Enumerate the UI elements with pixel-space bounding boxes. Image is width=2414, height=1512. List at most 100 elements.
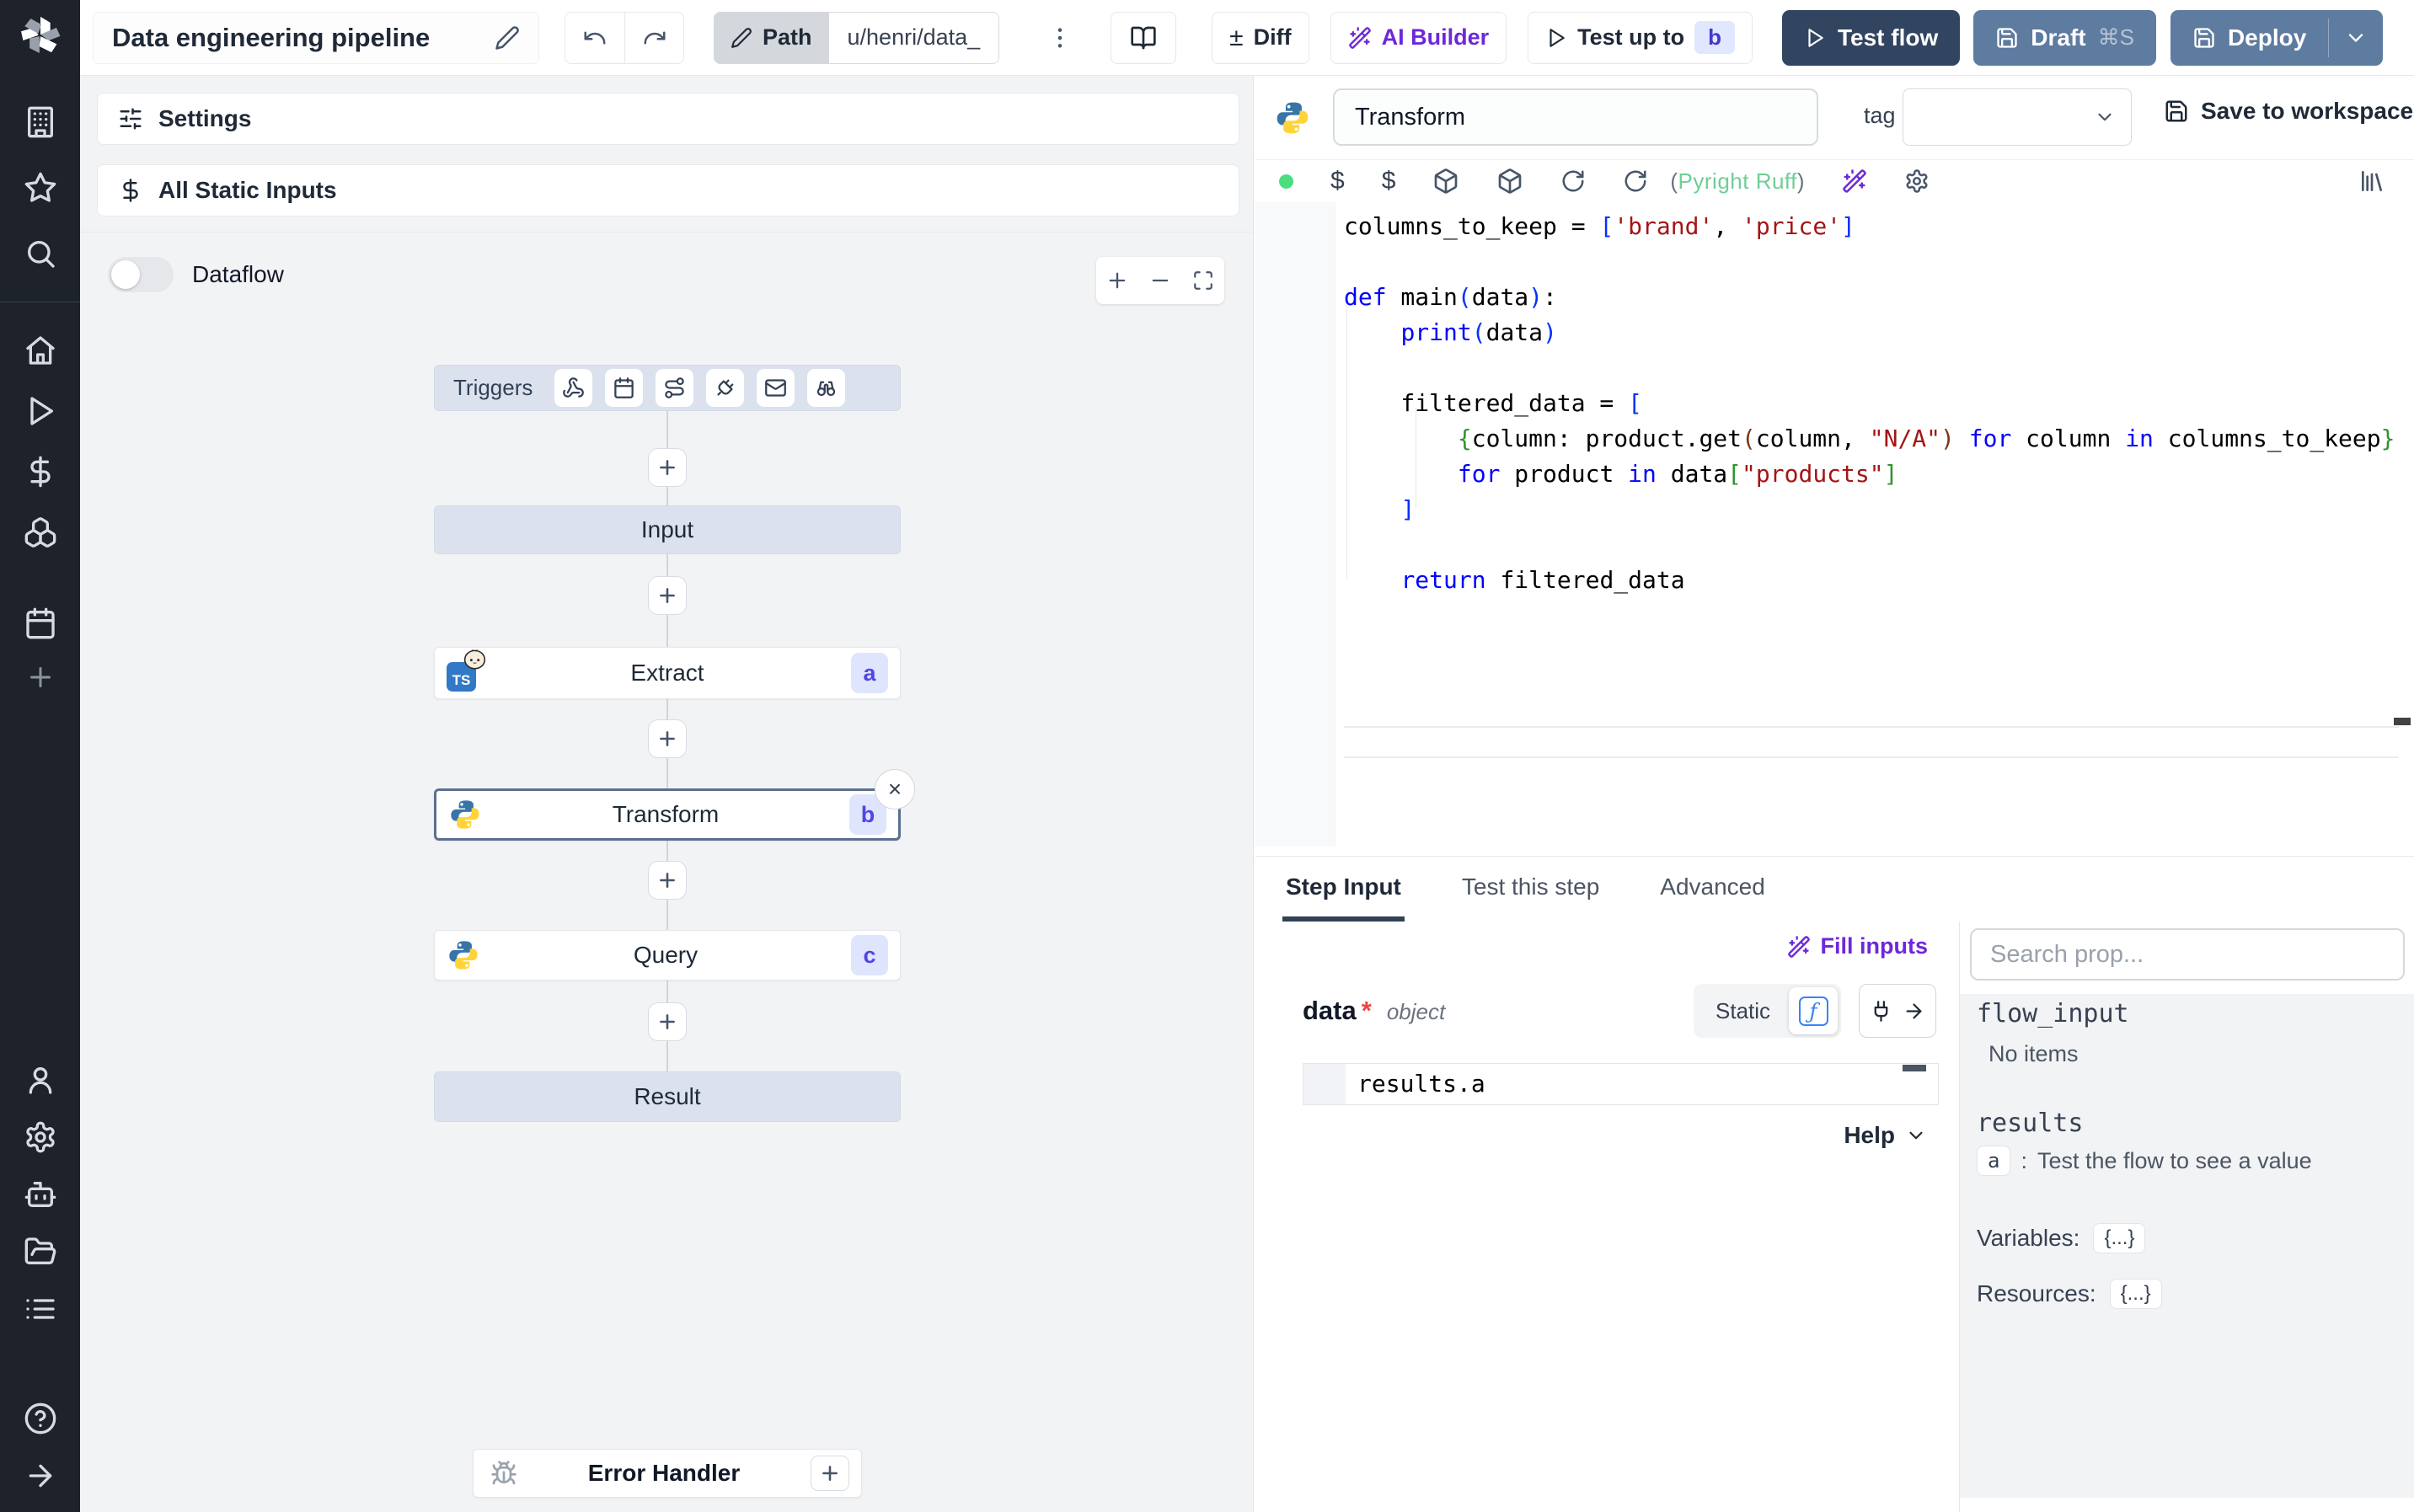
trigger-email-icon[interactable] [757, 369, 795, 407]
user-icon[interactable] [21, 1061, 60, 1099]
expression-value[interactable]: results.a [1346, 1064, 1938, 1104]
reload-icon[interactable] [1560, 168, 1586, 194]
add-error-handler-button[interactable] [811, 1456, 849, 1491]
search-icon[interactable] [21, 234, 60, 273]
plug-icon[interactable] [1870, 1000, 1892, 1023]
tab-test-this-step[interactable]: Test this step [1459, 857, 1603, 922]
flow-settings-card[interactable]: Settings [97, 93, 1239, 145]
static-inputs-icon[interactable]: $ [1330, 167, 1345, 195]
zoom-out-button[interactable] [1142, 257, 1179, 304]
library-icon[interactable] [2358, 168, 2385, 195]
fit-view-button[interactable] [1185, 257, 1222, 304]
audit-logs-list-icon[interactable] [21, 1290, 60, 1328]
pencil-icon [731, 27, 752, 48]
result-a-row[interactable]: a : Test the flow to see a value [1977, 1146, 2312, 1176]
favorites-star-icon[interactable] [21, 168, 60, 207]
extract-node[interactable]: TS Extract a [434, 647, 901, 699]
docs-book-button[interactable] [1111, 11, 1177, 64]
help-icon[interactable] [21, 1399, 60, 1438]
deploy-button[interactable]: Deploy [2170, 9, 2384, 66]
variables-value-badge[interactable]: {...} [2093, 1223, 2146, 1253]
path-value[interactable]: u/henri/data_ [828, 11, 1000, 64]
draft-button[interactable]: Draft ⌘S [1973, 9, 2156, 66]
trigger-route-icon[interactable] [656, 369, 694, 407]
resources-value-badge[interactable]: {...} [2109, 1279, 2162, 1309]
transform-node[interactable]: Transform b × [434, 769, 915, 841]
step-name-input[interactable] [1333, 88, 1818, 146]
add-step-button[interactable] [648, 576, 687, 615]
more-menu-kebab-icon[interactable] [1046, 24, 1073, 51]
edit-title-pencil-icon[interactable] [495, 25, 520, 51]
expression-editor[interactable]: results.a [1303, 1063, 1939, 1105]
workspace-icon[interactable] [21, 103, 60, 142]
variables-dollar-icon[interactable] [21, 452, 60, 491]
trigger-webhook-icon[interactable] [554, 369, 593, 407]
add-step-button[interactable] [648, 1002, 687, 1041]
query-node[interactable]: Query c [434, 930, 901, 980]
editor-gutter [1255, 202, 1336, 847]
tab-advanced[interactable]: Advanced [1657, 857, 1769, 922]
all-static-inputs-card[interactable]: All Static Inputs [97, 164, 1239, 216]
dataflow-toggle[interactable] [108, 257, 174, 292]
test-flow-button[interactable]: Test flow [1781, 9, 1961, 66]
error-handler-node[interactable]: Error Handler [473, 1449, 862, 1498]
package-icon[interactable] [1496, 168, 1523, 195]
expand-sidebar-arrow-icon[interactable] [21, 1456, 60, 1495]
windmill-logo[interactable] [17, 12, 64, 59]
variables-row[interactable]: Variables: {...} [1977, 1223, 2146, 1253]
home-icon[interactable] [21, 331, 60, 370]
redo-button[interactable] [624, 12, 683, 63]
test-up-to-button[interactable]: Test up to b [1528, 11, 1753, 64]
help-dropdown[interactable]: Help [1844, 1122, 1927, 1149]
folders-icon[interactable] [21, 1232, 60, 1271]
save-to-workspace-button[interactable]: Save to workspace [2164, 98, 2413, 125]
search-prop-input[interactable] [1970, 928, 2405, 980]
runs-play-icon[interactable] [21, 392, 60, 430]
add-step-button[interactable] [648, 719, 687, 758]
flow-input-prop[interactable]: flow_input [1977, 999, 2129, 1028]
input-node[interactable]: Input [434, 505, 901, 554]
function-mode-option[interactable]: ƒ [1789, 987, 1839, 1034]
trigger-watch-binoculars-icon[interactable] [807, 369, 846, 407]
results-prop[interactable]: results [1977, 1109, 2083, 1138]
bun-typescript-icon: TS [447, 649, 486, 692]
trigger-schedule-icon[interactable] [605, 369, 644, 407]
triggers-node[interactable]: Triggers [434, 365, 901, 411]
status-dot [1279, 174, 1293, 189]
code-editor[interactable]: columns_to_keep = ['brand', 'price'] def… [1255, 202, 2414, 847]
flow-title-box[interactable]: Data engineering pipeline [93, 11, 539, 64]
package-icon[interactable] [1432, 168, 1459, 195]
schedules-calendar-icon[interactable] [21, 604, 60, 643]
reload-icon[interactable] [1623, 168, 1648, 194]
transform-node-label: Transform [612, 801, 720, 827]
static-mode-option[interactable]: Static [1697, 998, 1789, 1024]
workers-robot-icon[interactable] [21, 1175, 60, 1214]
editor-scrollbar-thumb[interactable] [2394, 718, 2411, 725]
draft-shortcut: ⌘S [2097, 24, 2134, 50]
expression-scrollbar-thumb[interactable] [1903, 1065, 1926, 1071]
editor-widget-row [1344, 726, 2399, 758]
chevron-down-icon[interactable] [2344, 26, 2368, 50]
undo-button[interactable] [565, 13, 624, 63]
path-button[interactable]: Path u/henri/data_ [714, 11, 1000, 64]
settings-gear-icon[interactable] [21, 1118, 60, 1157]
tag-select[interactable] [1903, 88, 2132, 146]
result-node[interactable]: Result [434, 1071, 901, 1122]
tab-step-input[interactable]: Step Input [1282, 857, 1405, 922]
resources-row[interactable]: Resources: {...} [1977, 1279, 2162, 1309]
variables-icon[interactable]: $ [1382, 167, 1396, 195]
remove-step-close-icon[interactable]: × [875, 769, 915, 809]
diff-button[interactable]: ± Diff [1212, 11, 1309, 64]
arrow-right-icon[interactable] [1903, 1000, 1925, 1023]
editor-settings-gear-icon[interactable] [1904, 168, 1930, 194]
result-key-badge[interactable]: a [1977, 1146, 2011, 1176]
trigger-websocket-plug-icon[interactable] [706, 369, 745, 407]
zoom-in-button[interactable] [1099, 257, 1136, 304]
ai-builder-button[interactable]: AI Builder [1330, 11, 1507, 64]
ai-wand-icon[interactable] [1842, 168, 1867, 194]
fill-inputs-button[interactable]: Fill inputs [1255, 933, 1928, 959]
add-step-button[interactable] [648, 448, 687, 487]
add-plus-icon[interactable] [21, 658, 60, 697]
add-step-button[interactable] [648, 861, 687, 900]
resources-boxes-icon[interactable] [21, 513, 60, 552]
